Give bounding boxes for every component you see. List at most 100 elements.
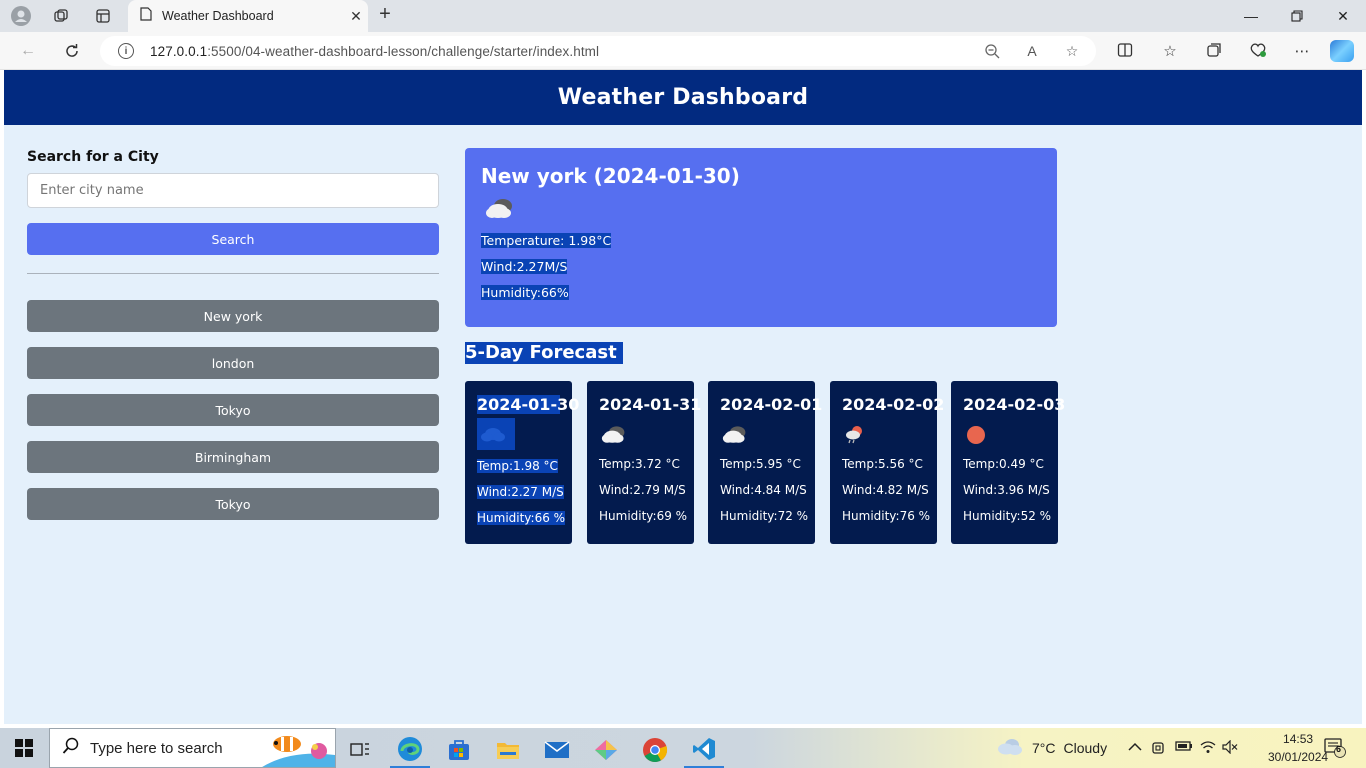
wifi-icon[interactable]	[1200, 740, 1216, 756]
url-text: 127.0.0.1:5500/04-weather-dashboard-less…	[150, 43, 600, 59]
taskbar-clock[interactable]: 14:53 30/01/2024	[1268, 730, 1328, 766]
forecast-card: 2024-01-30 Temp:1.98 °C Wind:2.27 M/S Hu…	[465, 381, 580, 544]
search-icon	[62, 737, 80, 760]
search-highlight-illustration-icon	[259, 729, 335, 767]
cloud-icon	[477, 418, 515, 450]
read-aloud-icon[interactable]: A	[1022, 43, 1042, 61]
forecast-temp: Temp:5.56 °C	[842, 457, 923, 471]
forecast-wind: Wind:3.96 M/S	[963, 483, 1050, 497]
current-wind: Wind:2.27M/S	[481, 259, 568, 274]
minimize-icon[interactable]: —	[1228, 0, 1274, 32]
forecast-card: 2024-01-31 Temp:3.72 °C Wind:2.79 M/S Hu…	[587, 381, 702, 544]
history-button[interactable]: Tokyo	[27, 394, 439, 426]
microsoft-store-icon[interactable]	[439, 732, 479, 768]
forecast-card: 2024-02-02 Temp:5.56 °C Wind:4.82 M/S Hu…	[830, 381, 945, 544]
tab-actions-icon[interactable]	[90, 4, 116, 28]
refresh-icon[interactable]	[58, 39, 86, 63]
show-hidden-icons-icon[interactable]	[1127, 740, 1143, 756]
taskbar-weather[interactable]: 7°C Cloudy	[996, 736, 1107, 759]
new-tab-icon[interactable]: +	[374, 4, 396, 26]
copilot-icon[interactable]	[1330, 40, 1354, 62]
windows-taskbar: Type here to search 7°C Cloudy 14:53 30/…	[0, 728, 1366, 768]
cloud-icon	[720, 422, 750, 448]
vscode-icon[interactable]	[684, 732, 724, 768]
chrome-icon[interactable]	[635, 732, 675, 768]
battery-icon[interactable]	[1175, 740, 1192, 756]
back-icon[interactable]: ←	[14, 39, 42, 63]
browser-address-bar: ← i 127.0.0.1:5500/04-weather-dashboard-…	[0, 32, 1366, 70]
tab-close-icon[interactable]: ✕	[344, 8, 368, 25]
restore-icon[interactable]	[1274, 0, 1320, 32]
forecast-card: 2024-02-03 Temp:0.49 °C Wind:3.96 M/S Hu…	[951, 381, 1066, 544]
current-humidity: Humidity:66%	[481, 285, 569, 300]
forecast-date: 2024-02-01	[720, 395, 823, 414]
favorite-star-icon[interactable]: ☆	[1062, 43, 1082, 61]
clock-date: 30/01/2024	[1268, 750, 1329, 764]
weather-temperature: 7°C	[1032, 739, 1056, 756]
forecast-temp: Temp:3.72 °C	[599, 457, 680, 471]
history-button[interactable]: New york	[27, 300, 439, 332]
rain-sun-icon	[842, 422, 872, 448]
forecast-wind: Wind:2.27 M/S	[477, 485, 564, 499]
forecast-temp: Temp:1.98 °C	[477, 459, 558, 473]
profile-icon[interactable]	[8, 4, 34, 28]
current-weather-card: New york (2024-01-30) Temperature: 1.98°…	[465, 148, 1057, 327]
app-header: Weather Dashboard	[4, 70, 1362, 125]
taskbar-search-box[interactable]: Type here to search	[49, 728, 336, 768]
forecast-card: 2024-02-01 Temp:5.95 °C Wind:4.84 M/S Hu…	[708, 381, 823, 544]
workspaces-icon[interactable]	[48, 4, 74, 28]
meet-now-icon[interactable]	[1151, 740, 1167, 756]
forecast-date: 2024-01-30	[477, 395, 580, 414]
history-button[interactable]: Tokyo	[27, 488, 439, 520]
collections-icon[interactable]	[1203, 42, 1225, 62]
search-sidebar: Search for a City Search New york london…	[27, 149, 439, 535]
forecast-temp: Temp:0.49 °C	[963, 457, 1044, 471]
photos-app-icon[interactable]	[586, 732, 626, 768]
browser-tab-bar: Weather Dashboard ✕ + — ✕	[0, 0, 1366, 32]
history-button[interactable]: Birmingham	[27, 441, 439, 473]
taskbar-search-placeholder: Type here to search	[90, 739, 223, 757]
close-window-icon[interactable]: ✕	[1320, 0, 1366, 32]
forecast-humidity: Humidity:66 %	[477, 511, 566, 525]
windows-start-icon[interactable]	[0, 728, 48, 768]
page-icon	[140, 6, 152, 26]
forecast-cards: 2024-01-30 Temp:1.98 °C Wind:2.27 M/S Hu…	[465, 381, 1066, 544]
search-heading: Search for a City	[27, 149, 159, 165]
history-button[interactable]: london	[27, 347, 439, 379]
browser-tab[interactable]: Weather Dashboard ✕	[128, 0, 368, 32]
weather-description: Cloudy	[1063, 739, 1108, 756]
edge-browser-icon[interactable]	[390, 732, 430, 768]
forecast-temp: Temp:5.95 °C	[720, 457, 801, 471]
search-history: New york london Tokyo Birmingham Tokyo	[27, 300, 439, 520]
forecast-heading: 5-Day Forecast	[465, 342, 623, 364]
forecast-wind: Wind:4.84 M/S	[720, 483, 807, 497]
favorites-icon[interactable]: ☆	[1159, 42, 1181, 62]
file-explorer-icon[interactable]	[488, 732, 528, 768]
more-options-icon[interactable]: ⋯	[1291, 42, 1313, 62]
forecast-date: 2024-02-03	[963, 395, 1066, 414]
split-screen-icon[interactable]	[1114, 42, 1136, 62]
sun-icon	[963, 422, 993, 448]
cloud-icon	[483, 194, 517, 224]
forecast-date: 2024-02-02	[842, 395, 945, 414]
forecast-date: 2024-01-31	[599, 395, 702, 414]
task-view-icon[interactable]	[340, 732, 380, 768]
forecast-humidity: Humidity:69 %	[599, 509, 688, 523]
notifications-icon[interactable]: 6	[1324, 738, 1346, 758]
cloud-icon	[996, 736, 1024, 759]
forecast-humidity: Humidity:52 %	[963, 509, 1052, 523]
forecast-wind: Wind:4.82 M/S	[842, 483, 929, 497]
mail-icon[interactable]	[537, 732, 577, 768]
url-field[interactable]: i 127.0.0.1:5500/04-weather-dashboard-le…	[100, 36, 1096, 66]
volume-muted-icon[interactable]	[1222, 739, 1238, 756]
clock-time: 14:53	[1283, 732, 1314, 746]
forecast-humidity: Humidity:76 %	[842, 509, 931, 523]
browser-essentials-icon[interactable]	[1247, 42, 1269, 62]
city-search-input[interactable]	[27, 173, 439, 208]
site-info-icon[interactable]: i	[118, 43, 134, 59]
zoom-out-icon[interactable]	[982, 43, 1002, 61]
forecast-wind: Wind:2.79 M/S	[599, 483, 686, 497]
notification-count: 6	[1336, 744, 1342, 754]
forecast-humidity: Humidity:72 %	[720, 509, 809, 523]
search-button[interactable]: Search	[27, 223, 439, 255]
